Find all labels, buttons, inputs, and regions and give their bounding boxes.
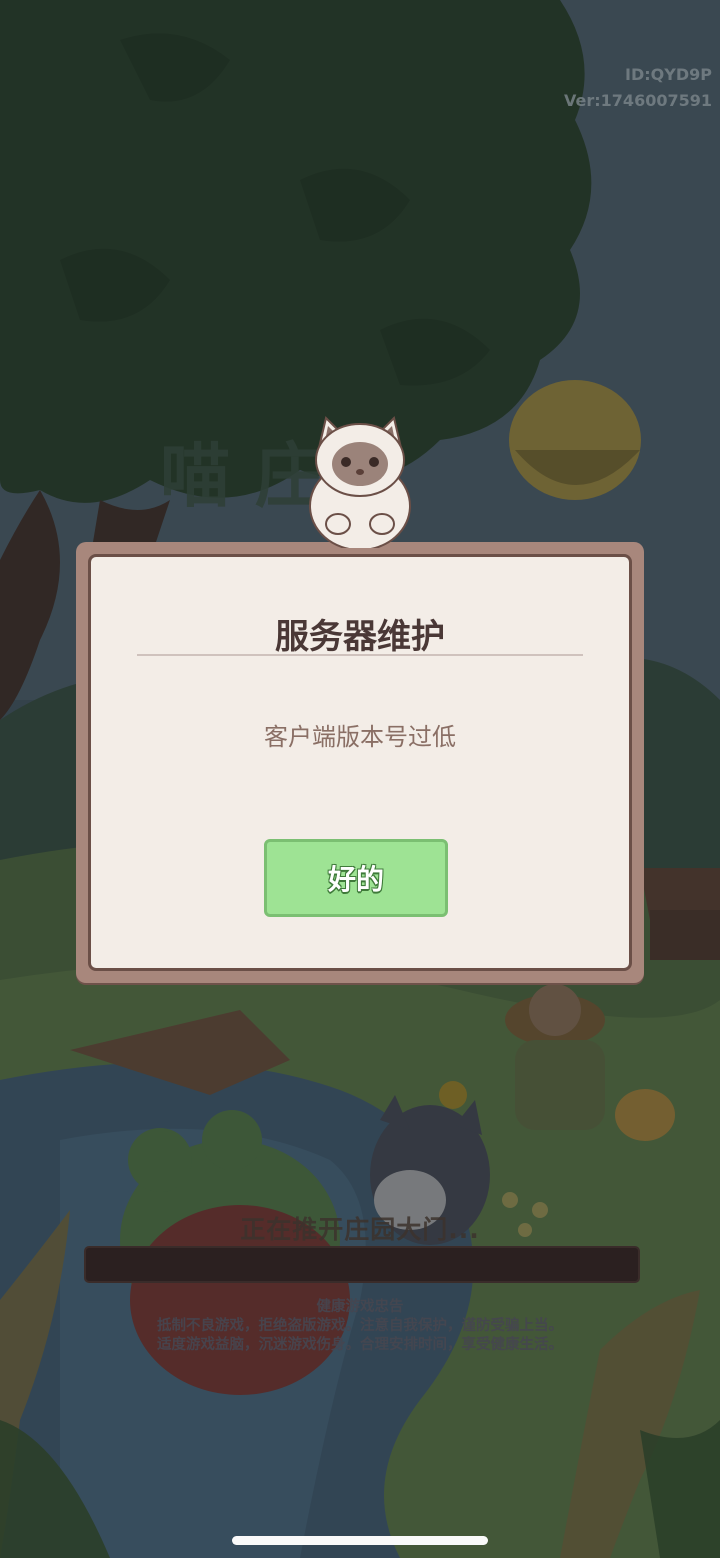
health-notice-line: 适度游戏益脑，沉迷游戏伤身。合理安排时间，享受健康生活。 [157,1337,563,1353]
ok-button[interactable]: 好的 [264,839,448,917]
dialog-title: 服务器维护 [275,617,445,657]
home-indicator[interactable] [232,1536,488,1545]
dialog-message: 客户端版本号过低 [264,723,456,751]
dialog-panel: 服务器维护 客户端版本号过低 好的 [88,554,632,971]
loading-progress-bar [84,1246,640,1283]
health-notice-title: 健康游戏忠告 [316,1299,404,1315]
version-info: ID:QYD9P Ver:1746007591 [564,62,712,114]
client-version: Ver:1746007591 [564,91,712,110]
server-maintenance-dialog: 服务器维护 客户端版本号过低 好的 [76,542,644,983]
health-gaming-notice: 健康游戏忠告 抵制不良游戏，拒绝盗版游戏。注意自我保护，谨防受骗上当。 适度游戏… [0,1298,720,1355]
health-notice-line: 抵制不良游戏，拒绝盗版游戏。注意自我保护，谨防受骗上当。 [157,1318,563,1334]
siamese-cat-mascot-icon [309,416,411,548]
dialog-divider [137,654,583,656]
ok-button-label: 好的 [327,863,384,896]
client-id: ID:QYD9P [625,65,712,84]
loading-status-text: 正在推开庄园大门... [240,1215,480,1244]
